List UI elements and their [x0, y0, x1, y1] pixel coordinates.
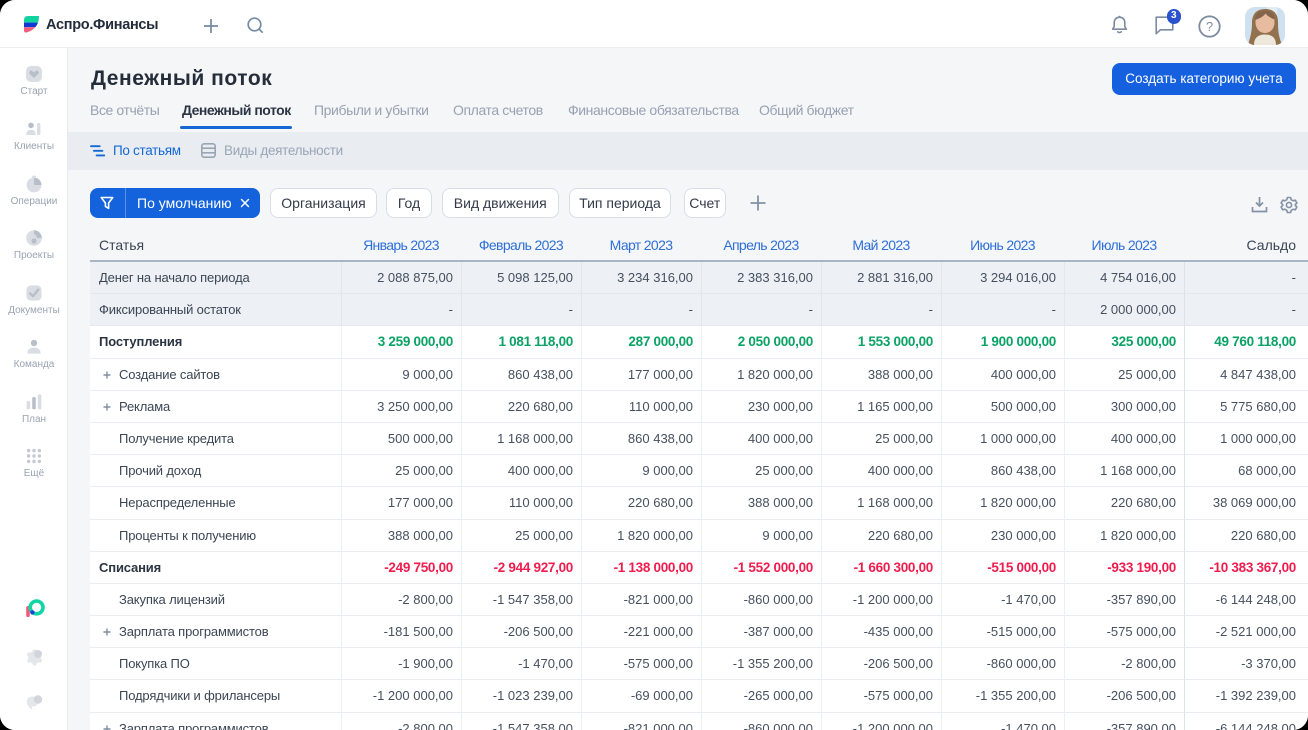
svg-text:?: ? — [1206, 19, 1213, 34]
